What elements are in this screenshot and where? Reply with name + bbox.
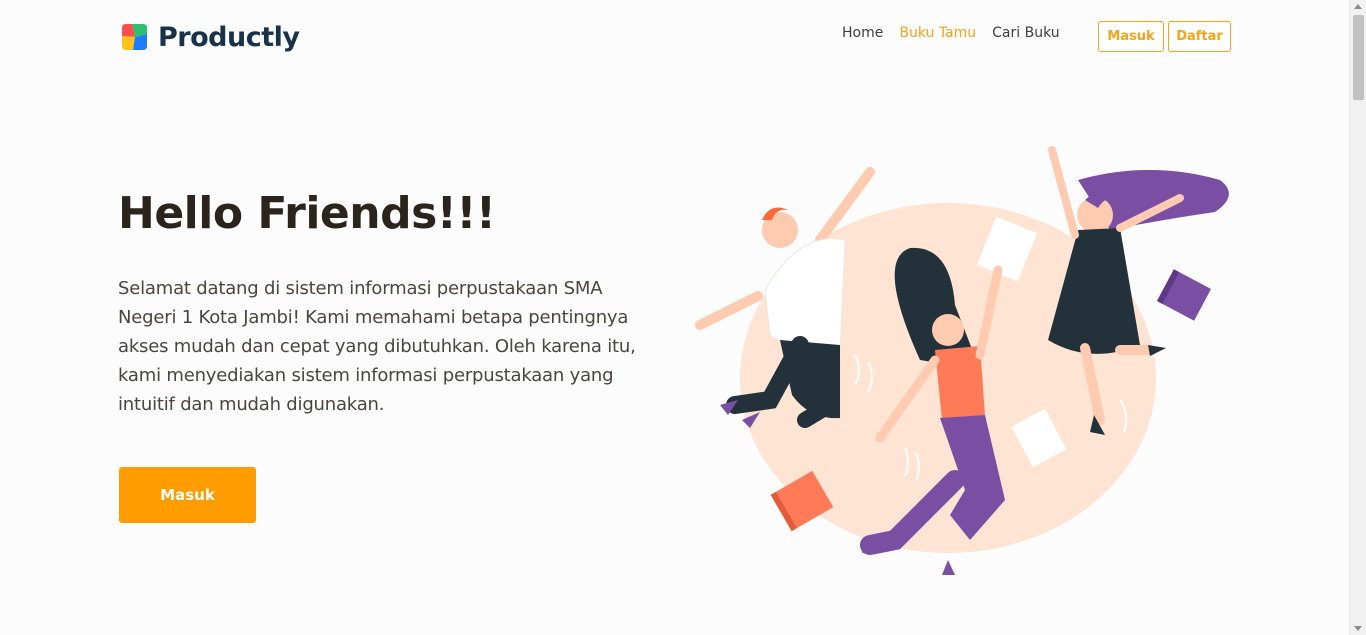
purple-book-icon [1157,269,1211,321]
login-button[interactable]: Masuk [1098,21,1164,52]
scrollbar-thumb[interactable] [1353,15,1364,100]
brand-name: Productly [158,21,300,53]
scroll-up-icon[interactable] [1354,4,1362,9]
nav-link-buku-tamu[interactable]: Buku Tamu [899,25,976,41]
nav-link-cari-buku[interactable]: Cari Buku [992,25,1059,41]
hero-login-button[interactable]: Masuk [119,467,256,523]
hero-description: Selamat datang di sistem informasi perpu… [118,278,636,415]
jumping-friends-illustration [695,146,1229,575]
main-nav: Home Buku Tamu Cari Buku [842,25,1060,41]
nav-actions: Masuk Daftar [1098,21,1231,52]
scroll-down-icon[interactable] [1354,626,1362,631]
scrollbar[interactable] [1349,0,1366,635]
productly-logo-icon [122,24,147,50]
hero-title: Hello Friends!!! [118,188,496,239]
nav-link-home[interactable]: Home [842,25,883,41]
navbar: Productly Home Buku Tamu Cari Buku Masuk… [0,0,1349,72]
register-button[interactable]: Daftar [1168,21,1231,52]
brand-link[interactable]: Productly [119,20,300,54]
